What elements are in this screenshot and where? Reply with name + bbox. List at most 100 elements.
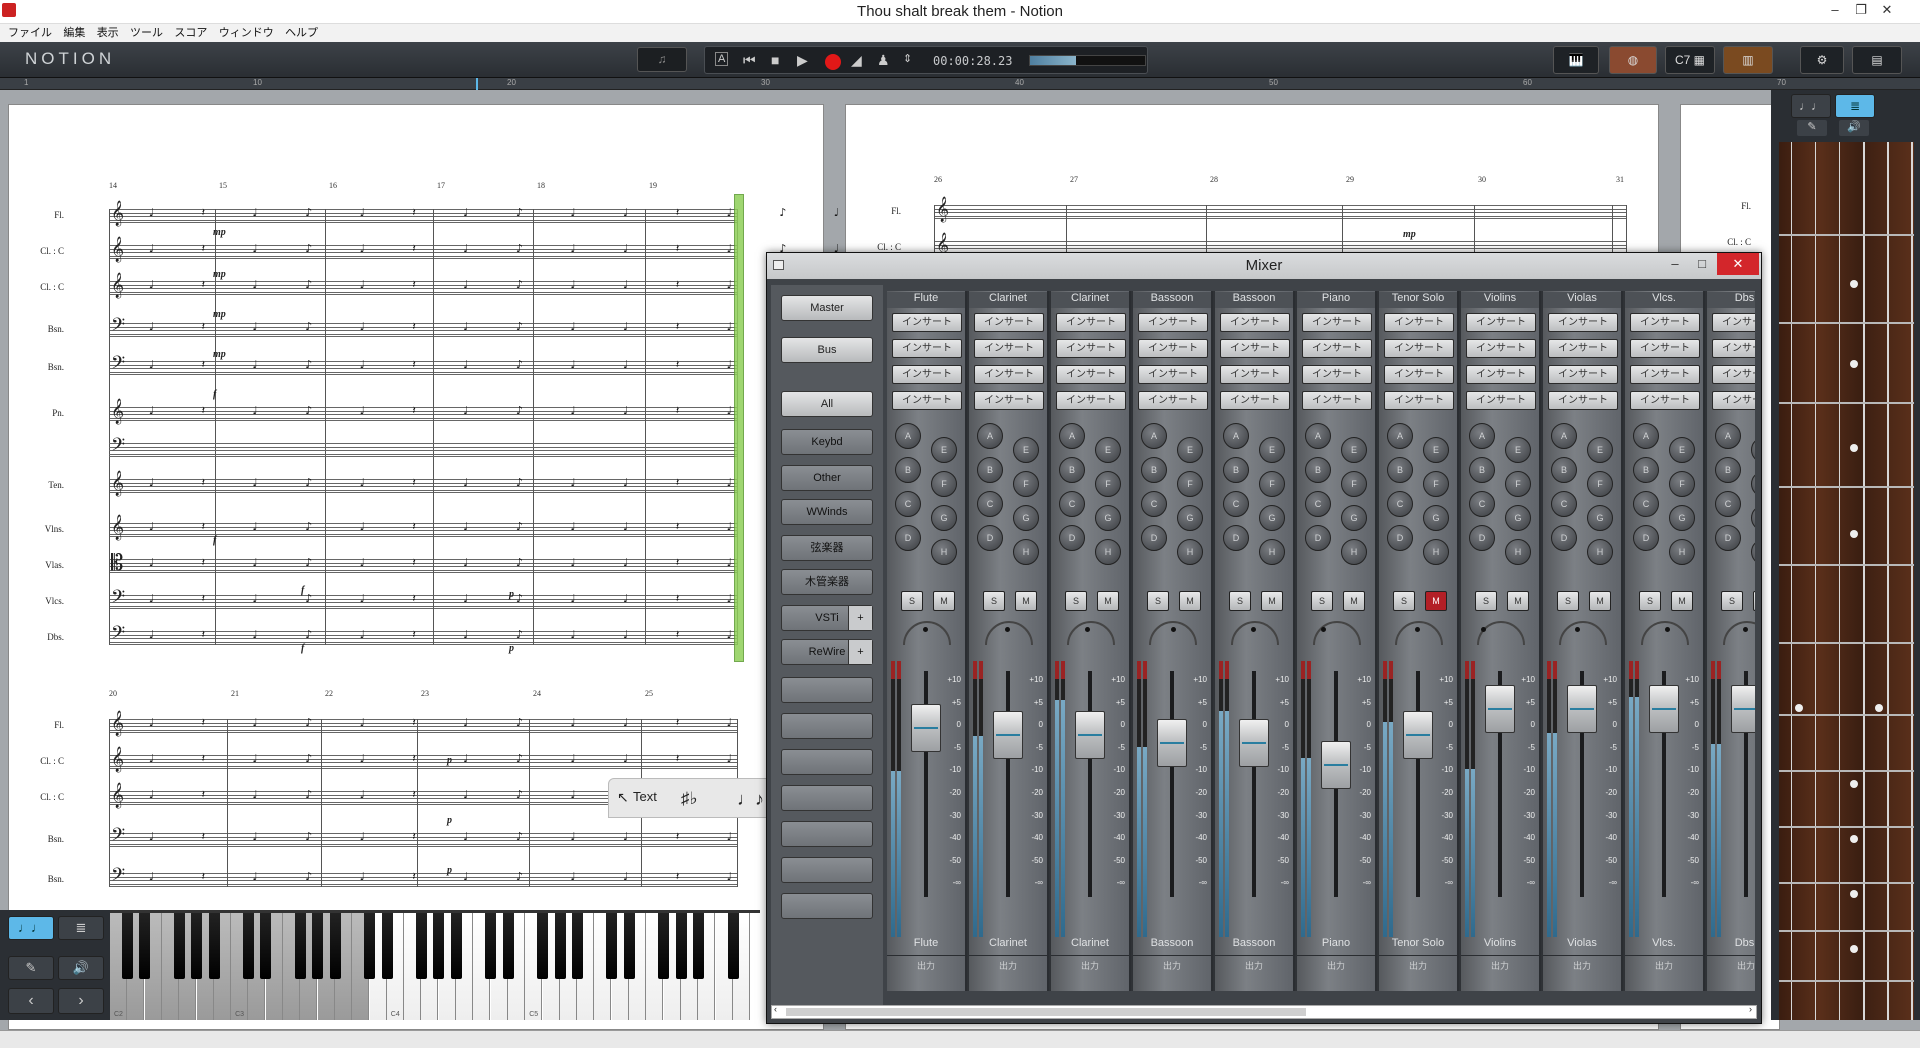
note-tool-icon[interactable]: ♩♪ [737, 789, 764, 810]
minimize-button[interactable]: – [1822, 0, 1848, 22]
pan-control[interactable] [1067, 621, 1115, 651]
black-key[interactable] [450, 913, 462, 979]
menu-window[interactable]: ウィンドウ [219, 24, 274, 42]
text-mode-icon[interactable]: A [715, 52, 729, 66]
insert-slot[interactable]: インサート [974, 339, 1044, 358]
send-knob[interactable]: A [1387, 423, 1413, 449]
send-knob[interactable]: A [977, 423, 1003, 449]
solo-button[interactable]: S [901, 591, 923, 611]
black-key[interactable] [623, 913, 635, 979]
send-knob[interactable]: B [1715, 457, 1741, 483]
send-knob[interactable]: B [895, 457, 921, 483]
insert-slot[interactable]: インサート [1056, 365, 1126, 384]
menu-view[interactable]: 表示 [97, 24, 119, 42]
insert-slot[interactable]: インサート [1138, 391, 1208, 410]
menu-edit[interactable]: 編集 [63, 24, 85, 42]
black-key[interactable] [381, 913, 393, 979]
send-knob[interactable]: E [1587, 437, 1613, 463]
send-knob[interactable]: E [1505, 437, 1531, 463]
record-icon[interactable] [825, 54, 841, 70]
pan-control[interactable] [1559, 621, 1607, 651]
black-key[interactable] [416, 913, 428, 979]
dynamic-marking[interactable]: mp [213, 227, 226, 238]
output-label[interactable]: 出力 [1215, 955, 1293, 972]
menu-tools[interactable]: ツール [130, 24, 163, 42]
black-key[interactable] [243, 913, 255, 979]
insert-slot[interactable]: インサート [1056, 313, 1126, 332]
insert-slot[interactable]: インサート [892, 365, 962, 384]
mixer-filter-button[interactable]: 木管楽器 [781, 569, 873, 595]
black-key[interactable] [675, 913, 687, 979]
mixer-filter-button[interactable]: WWinds [781, 499, 873, 525]
pan-control[interactable] [1477, 621, 1525, 651]
rewind-icon[interactable]: ⏮ [743, 52, 756, 69]
send-knob[interactable]: F [1095, 471, 1121, 497]
pan-control[interactable] [1231, 621, 1279, 651]
send-knob[interactable]: C [977, 491, 1003, 517]
tempo-arrows-icon[interactable]: ⇕ [903, 52, 912, 65]
insert-slot[interactable]: インサート [892, 313, 962, 332]
insert-slot[interactable]: インサート [1384, 339, 1454, 358]
volume-fader[interactable] [1321, 741, 1351, 790]
insert-slot[interactable]: インサート [892, 391, 962, 410]
mute-button[interactable]: M [1507, 591, 1529, 611]
insert-slot[interactable]: インサート [1630, 339, 1700, 358]
pencil-icon[interactable]: ✎ [1797, 120, 1827, 136]
black-key[interactable] [173, 913, 185, 979]
add-icon[interactable]: + [848, 640, 872, 664]
insert-slot[interactable]: インサート [1548, 313, 1618, 332]
insert-slot[interactable]: インサート [1548, 391, 1618, 410]
send-knob[interactable]: D [1387, 525, 1413, 551]
send-knob[interactable]: D [1633, 525, 1659, 551]
scroll-right-icon[interactable]: › [1749, 1004, 1752, 1014]
send-knob[interactable]: B [1141, 457, 1167, 483]
play-icon[interactable]: ▶ [797, 52, 808, 69]
black-key[interactable] [571, 913, 583, 979]
insert-slot[interactable]: インサート [1220, 365, 1290, 384]
output-label[interactable]: 出力 [1625, 955, 1703, 972]
send-knob[interactable]: H [1587, 539, 1613, 565]
dynamic-marking[interactable]: f [301, 643, 304, 654]
mute-button[interactable]: M [933, 591, 955, 611]
send-knob[interactable]: E [1341, 437, 1367, 463]
mute-button[interactable]: M [1753, 591, 1755, 611]
send-knob[interactable]: D [1715, 525, 1741, 551]
piano-lower-staff[interactable] [109, 443, 737, 457]
output-label[interactable]: 出力 [1133, 955, 1211, 972]
volume-fader[interactable] [911, 703, 941, 752]
mixer-view-icon[interactable]: ▤ [1852, 46, 1902, 74]
empty-slot[interactable] [781, 749, 873, 775]
single-note-icon[interactable]: ♩♩ [8, 916, 54, 940]
send-knob[interactable]: F [931, 471, 957, 497]
timeline-ruler[interactable]: 1 10 20 30 40 50 60 70 [0, 78, 1920, 90]
insert-slot[interactable]: インサート [1466, 339, 1536, 358]
insert-slot[interactable]: インサート [1712, 365, 1755, 384]
empty-slot[interactable] [781, 857, 873, 883]
send-knob[interactable]: C [1469, 491, 1495, 517]
mixer-filter-button[interactable]: All [781, 391, 873, 417]
empty-slot[interactable] [781, 713, 873, 739]
send-knob[interactable]: G [1423, 505, 1449, 531]
mute-button[interactable]: M [1343, 591, 1365, 611]
insert-slot[interactable]: インサート [1302, 339, 1372, 358]
output-label[interactable]: 出力 [1051, 955, 1129, 972]
send-knob[interactable]: F [1751, 471, 1755, 497]
black-key[interactable] [312, 913, 324, 979]
mixer-filter-button[interactable]: Keybd [781, 429, 873, 455]
dynamic-marking[interactable]: mp [213, 269, 226, 280]
text-tool[interactable]: Text [633, 789, 657, 804]
insert-slot[interactable]: インサート [1138, 313, 1208, 332]
dynamic-marking[interactable]: p [447, 815, 452, 826]
pan-control[interactable] [903, 621, 951, 651]
mixer-filter-button[interactable]: VSTi + [781, 605, 873, 631]
send-knob[interactable]: D [1141, 525, 1167, 551]
octave-up-icon[interactable]: › [58, 988, 104, 1014]
insert-slot[interactable]: インサート [1548, 339, 1618, 358]
dynamic-marking[interactable]: p [509, 589, 514, 600]
dynamic-marking[interactable]: mp [1403, 229, 1416, 240]
black-key[interactable] [208, 913, 220, 979]
insert-slot[interactable]: インサート [1056, 391, 1126, 410]
insert-slot[interactable]: インサート [1138, 365, 1208, 384]
send-knob[interactable]: H [1423, 539, 1449, 565]
send-knob[interactable]: D [1305, 525, 1331, 551]
